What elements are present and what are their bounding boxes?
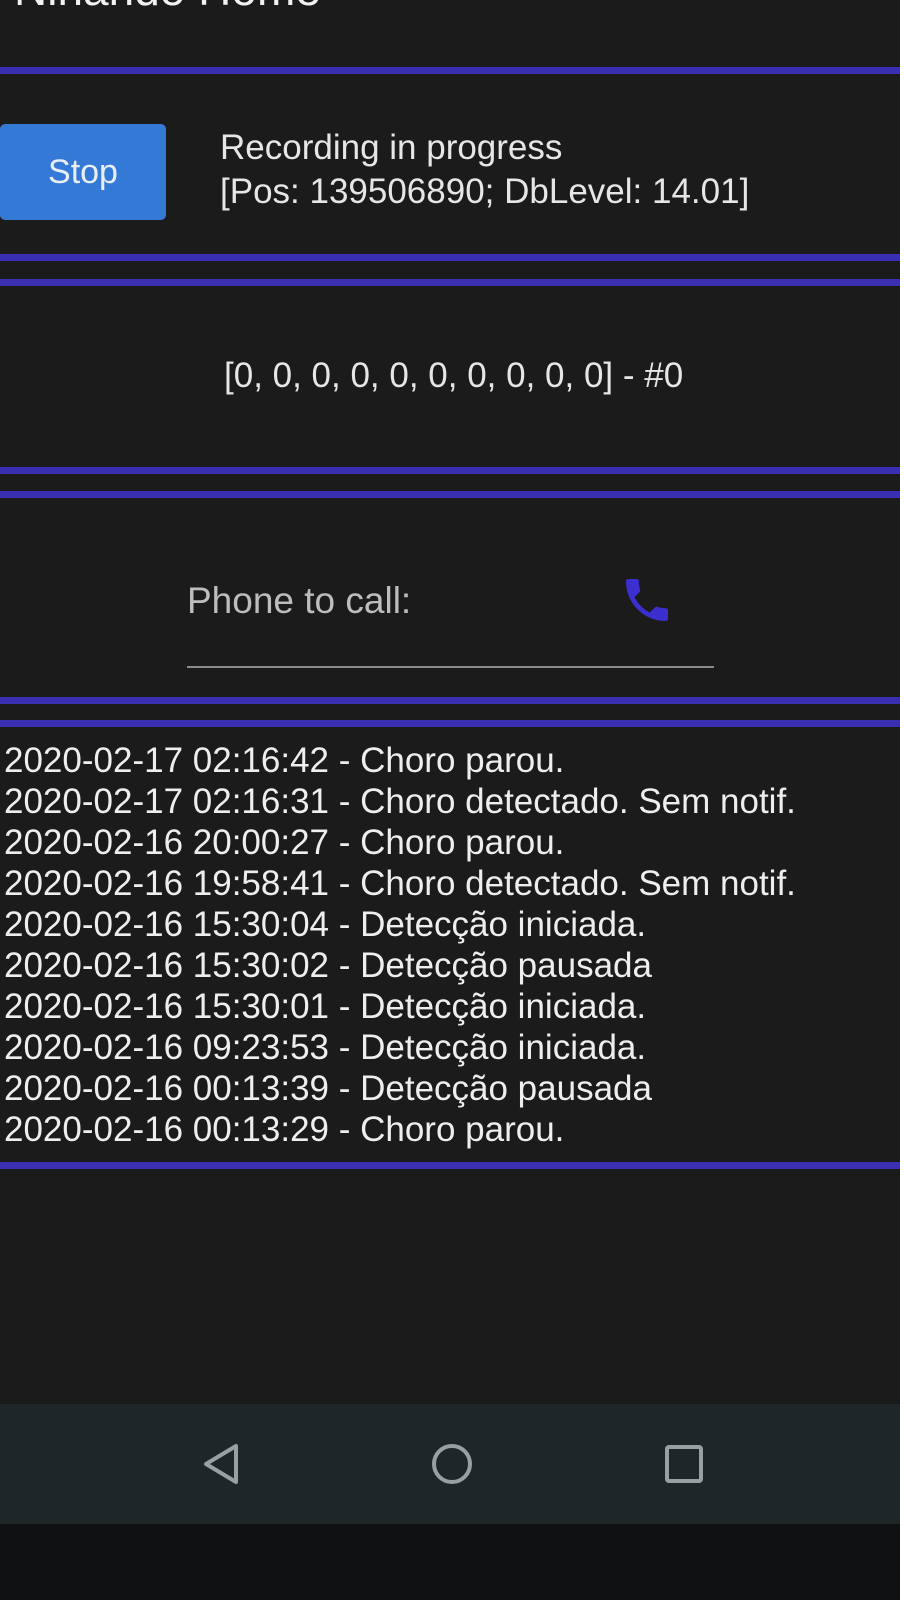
recording-status: Recording in progress [Pos: 139506890; D… <box>220 126 749 214</box>
log-entry: 2020-02-17 02:16:31 - Choro detectado. S… <box>4 782 796 821</box>
recording-position-level: [Pos: 139506890; DbLevel: 14.01] <box>220 172 750 211</box>
log-entry: 2020-02-16 15:30:04 - Detecção iniciada. <box>4 905 647 944</box>
log-entry: 2020-02-17 02:16:42 - Choro parou. <box>4 741 565 780</box>
db-levels-readout: [0, 0, 0, 0, 0, 0, 0, 0, 0, 0] - #0 <box>224 356 684 395</box>
divider <box>0 279 900 286</box>
log-entry: 2020-02-16 19:58:41 - Choro detectado. S… <box>4 864 796 903</box>
recording-status-text: Recording in progress <box>220 128 563 167</box>
log-entry: 2020-02-16 15:30:02 - Detecção pausada <box>4 946 652 985</box>
divider <box>0 67 900 74</box>
divider <box>0 1162 900 1169</box>
divider <box>0 491 900 498</box>
device-bezel <box>0 1524 900 1600</box>
phone-icon[interactable] <box>619 572 675 628</box>
log-entry: 2020-02-16 00:13:39 - Detecção pausada <box>4 1069 652 1108</box>
divider <box>0 697 900 704</box>
system-nav-bar <box>0 1404 900 1524</box>
phone-input[interactable] <box>187 576 607 626</box>
stop-button[interactable]: Stop <box>0 124 166 220</box>
phone-field[interactable] <box>187 568 714 668</box>
event-log: 2020-02-17 02:16:42 - Choro parou. 2020-… <box>4 740 796 1150</box>
log-entry: 2020-02-16 15:30:01 - Detecção iniciada. <box>4 987 647 1026</box>
back-triangle-icon[interactable] <box>196 1438 248 1490</box>
divider <box>0 254 900 261</box>
divider <box>0 720 900 727</box>
log-entry: 2020-02-16 20:00:27 - Choro parou. <box>4 823 565 862</box>
log-entry: 2020-02-16 09:23:53 - Detecção iniciada. <box>4 1028 647 1067</box>
divider <box>0 467 900 474</box>
log-entry: 2020-02-16 00:13:29 - Choro parou. <box>4 1110 565 1149</box>
app-title: Ninando Home <box>14 0 321 16</box>
recents-square-icon[interactable] <box>658 1438 710 1490</box>
home-circle-icon[interactable] <box>426 1438 478 1490</box>
